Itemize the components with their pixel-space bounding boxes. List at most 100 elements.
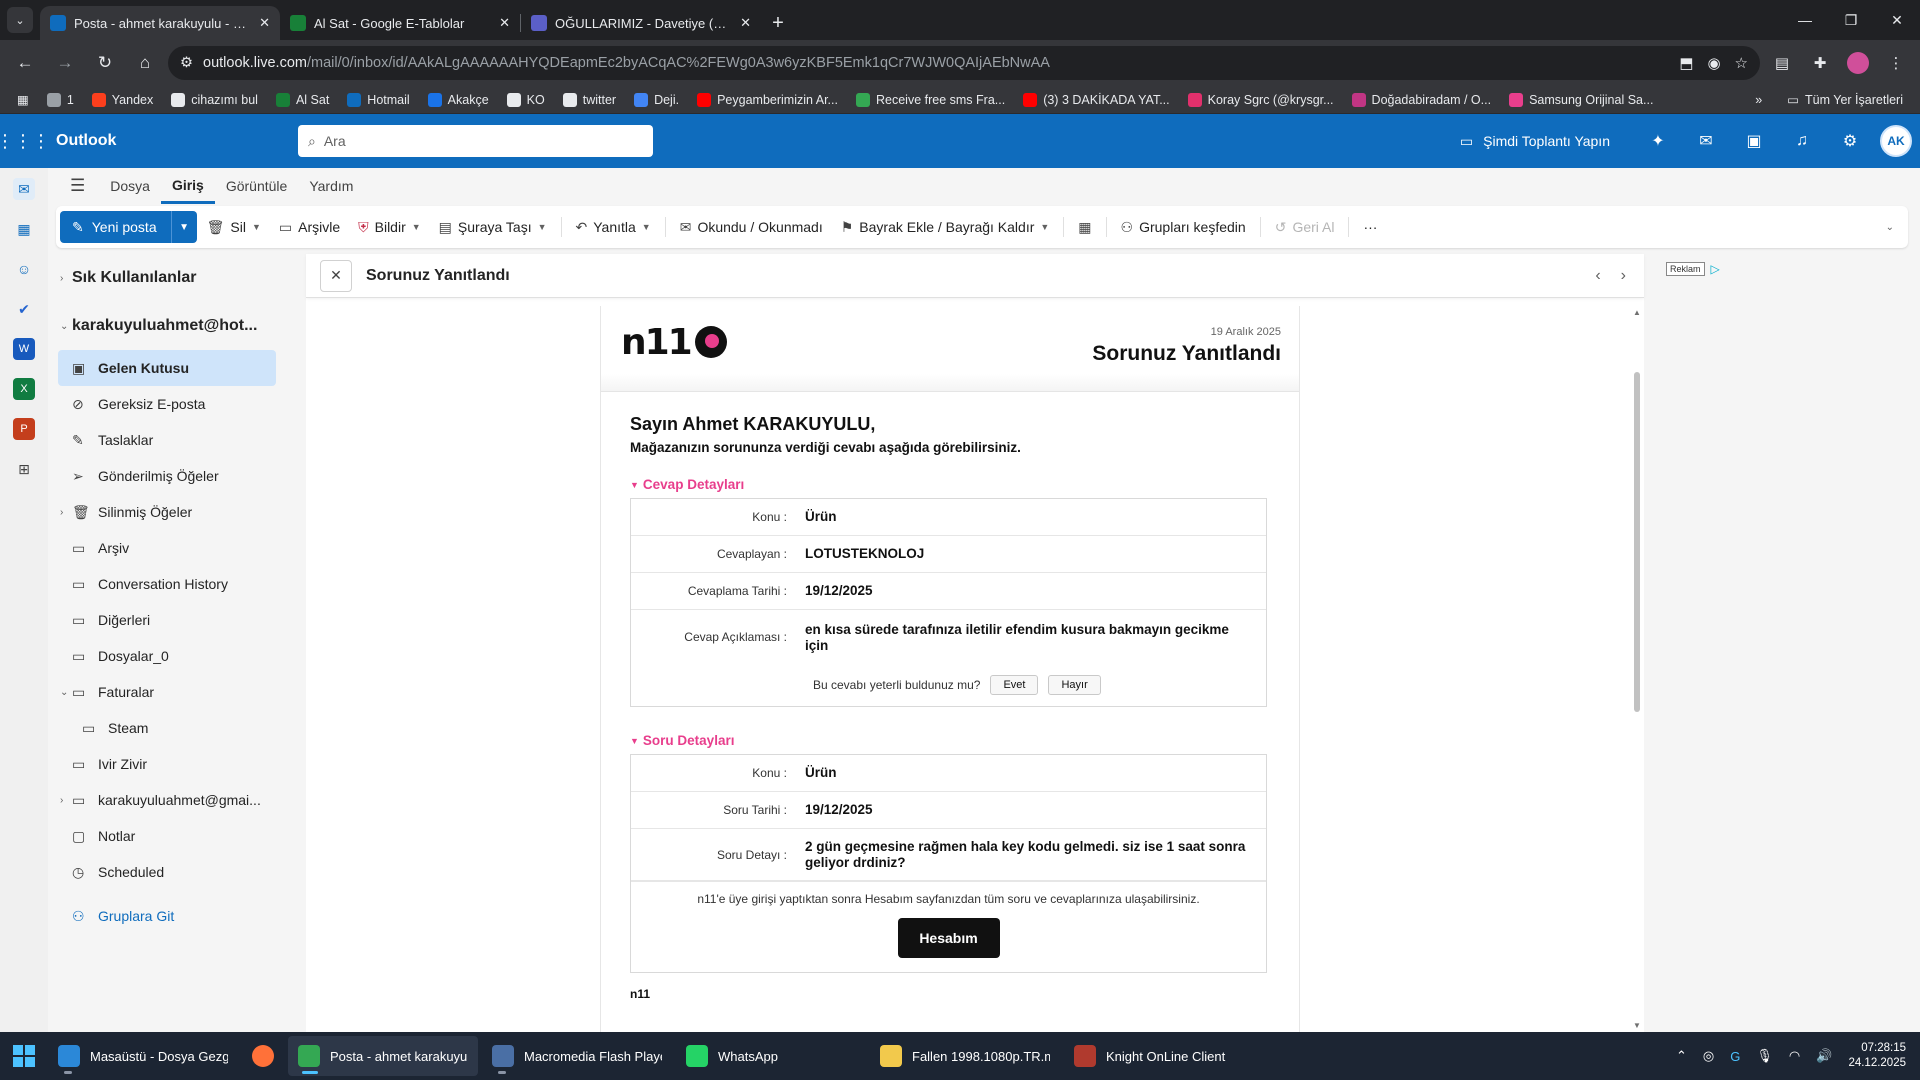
people-icon[interactable]: ☺: [13, 258, 35, 280]
tray-overflow-icon[interactable]: ⌃: [1676, 1048, 1687, 1064]
folder-item[interactable]: › ▭ karakuyuluahmet@gmai...: [48, 782, 288, 818]
folder-item[interactable]: › 🗑 Silinmiş Öğeler: [48, 494, 288, 530]
wifi-icon[interactable]: ◠: [1789, 1048, 1800, 1064]
bookmark-item[interactable]: Deji.: [627, 88, 686, 112]
mail-icon[interactable]: ✉: [13, 178, 35, 200]
reading-list-icon[interactable]: ▤: [1766, 47, 1798, 79]
folder-item[interactable]: ◷ Scheduled: [48, 854, 288, 890]
chevron-down-icon[interactable]: ▼: [252, 222, 261, 232]
start-button[interactable]: [0, 1032, 48, 1080]
site-info-icon[interactable]: ⚙: [180, 55, 193, 71]
bookmark-item[interactable]: cihazımı bul: [164, 88, 265, 112]
profile-avatar[interactable]: [1842, 47, 1874, 79]
discover-groups-button[interactable]: ⚇ Grupları keşfedin: [1113, 211, 1254, 243]
folder-item[interactable]: ▢ Notlar: [48, 818, 288, 854]
folder-item[interactable]: ⌄ ▭ Faturalar: [48, 674, 288, 710]
adchoices-icon[interactable]: ▷: [1711, 262, 1720, 276]
avatar[interactable]: AK: [1880, 125, 1912, 157]
tab-search-button[interactable]: ⌄: [0, 0, 40, 40]
back-button[interactable]: ←: [8, 46, 42, 80]
meet-now-button[interactable]: ▭ Şimdi Toplantı Yapın: [1460, 133, 1634, 150]
ribbon-expand-icon[interactable]: ⌄: [1886, 222, 1904, 233]
folder-item[interactable]: ▭ Diğerleri: [48, 602, 288, 638]
folder-item[interactable]: ▭ Ivir Zivir: [48, 746, 288, 782]
message-body-scroll[interactable]: n11 19 Aralık 2025 Sorunuz Yanıtlandı Sa…: [306, 306, 1644, 1032]
folder-item[interactable]: ⊘ Gereksiz E-posta: [48, 386, 288, 422]
scrollbar[interactable]: ▲ ▼: [1630, 306, 1644, 1032]
restore-icon[interactable]: ❐: [1828, 0, 1874, 40]
chevron-icon[interactable]: ›: [48, 795, 72, 806]
browser-tab-outlook[interactable]: Posta - ahmet karakuyulu - Outlook ✕: [40, 6, 280, 40]
volume-icon[interactable]: 🔊: [1816, 1048, 1832, 1064]
teams-icon[interactable]: ✦: [1634, 114, 1682, 168]
bookmark-item[interactable]: Al Sat: [269, 88, 336, 112]
new-mail-dropdown[interactable]: ▼: [170, 211, 197, 243]
tracking-eye-icon[interactable]: ◉: [1707, 54, 1720, 72]
bookmark-item[interactable]: Koray Sgrc (@krysgr...: [1181, 88, 1341, 112]
chevron-down-icon[interactable]: ▼: [1040, 222, 1049, 232]
bookmark-item[interactable]: KO: [500, 88, 552, 112]
my-day-icon[interactable]: ▣: [1730, 114, 1778, 168]
feedback-yes-button[interactable]: Evet: [990, 675, 1039, 695]
more-apps-icon[interactable]: ⊞: [13, 458, 35, 480]
bookmark-item[interactable]: Yandex: [85, 88, 160, 112]
folder-item[interactable]: ➢ Gönderilmiş Öğeler: [48, 458, 288, 494]
chevron-down-icon[interactable]: ▼: [642, 222, 651, 232]
taskbar-item[interactable]: Knight OnLine Client: [1064, 1036, 1254, 1076]
report-button[interactable]: ⛨ Bildir ▼: [350, 211, 429, 243]
close-icon[interactable]: ✕: [259, 15, 270, 31]
word-icon[interactable]: W: [13, 338, 35, 360]
taskbar-item[interactable]: Masaüstü - Dosya Gezg: [48, 1036, 238, 1076]
bookmark-item[interactable]: Peygamberimizin Ar...: [690, 88, 845, 112]
browser-tab-sheets[interactable]: Al Sat - Google E-Tablolar ✕: [280, 6, 520, 40]
outlook-brand[interactable]: Outlook: [46, 132, 298, 150]
bookmark-item[interactable]: 1: [40, 88, 81, 112]
tab-file[interactable]: Dosya: [99, 168, 161, 204]
bookmark-item[interactable]: Doğadabiradam / O...: [1345, 88, 1499, 112]
more-options-button[interactable]: ···: [1355, 211, 1385, 243]
powerpoint-icon[interactable]: P: [13, 418, 35, 440]
new-mail-button[interactable]: ✎ Yeni posta ▼: [60, 211, 197, 243]
move-to-button[interactable]: ▤ Şuraya Taşı ▼: [431, 211, 555, 243]
tab-view[interactable]: Görüntüle: [215, 168, 298, 204]
apps-icon[interactable]: ▦: [10, 88, 36, 112]
taskbar-item[interactable]: Posta - ahmet karakuyu: [288, 1036, 478, 1076]
close-icon[interactable]: ✕: [740, 15, 751, 31]
bookmark-item[interactable]: (3) 3 DAKİKADA YAT...: [1016, 88, 1176, 112]
account-section[interactable]: ⌄ karakuyuluahmet@hot...: [48, 302, 288, 350]
bookmark-item[interactable]: Receive free sms Fra...: [849, 88, 1012, 112]
new-mail-main[interactable]: ✎ Yeni posta: [60, 211, 171, 243]
my-account-button[interactable]: Hesabım: [897, 918, 1000, 958]
close-message-button[interactable]: ✕: [320, 259, 352, 292]
folder-item[interactable]: ▭ Arşiv: [48, 530, 288, 566]
bookmarks-overflow-icon[interactable]: »: [1755, 93, 1762, 107]
new-tab-button[interactable]: +: [761, 6, 795, 40]
scrollbar-thumb[interactable]: [1634, 372, 1640, 712]
clock[interactable]: 07:28:15 24.12.2025: [1848, 1041, 1906, 1071]
home-button[interactable]: ⌂: [128, 46, 162, 80]
flag-button[interactable]: ⚑ Bayrak Ekle / Bayrağı Kaldır ▼: [833, 211, 1058, 243]
microphone-icon[interactable]: 🎙: [1756, 1048, 1773, 1064]
chevron-icon[interactable]: ›: [48, 507, 72, 518]
hamburger-menu-icon[interactable]: ☰: [48, 176, 99, 196]
bookmark-item[interactable]: twitter: [556, 88, 623, 112]
scroll-down-icon[interactable]: ▼: [1633, 1021, 1641, 1030]
bookmark-item[interactable]: Hotmail: [340, 88, 416, 112]
reply-button[interactable]: ↶ Yanıtla ▼: [568, 211, 659, 243]
archive-button[interactable]: ▭ Arşivle: [271, 211, 348, 243]
tab-help[interactable]: Yardım: [298, 168, 364, 204]
taskbar-item[interactable]: Fallen 1998.1080p.TR.mp: [870, 1036, 1060, 1076]
read-unread-button[interactable]: ✉ Okundu / Okunmadı: [672, 211, 831, 243]
chevron-down-icon[interactable]: ▼: [538, 222, 547, 232]
taskbar-item[interactable]: [242, 1036, 284, 1076]
gear-icon[interactable]: ⚙: [1826, 114, 1874, 168]
all-bookmarks-button[interactable]: ▭ Tüm Yer İşaretleri: [1780, 88, 1910, 112]
previous-message-icon[interactable]: ‹: [1595, 267, 1600, 285]
reload-button[interactable]: ↻: [88, 46, 122, 80]
minimize-icon[interactable]: —: [1782, 0, 1828, 40]
extensions-icon[interactable]: ✚: [1804, 47, 1836, 79]
outlook-app-icon[interactable]: ✉: [1682, 114, 1730, 168]
next-message-icon[interactable]: ›: [1621, 267, 1626, 285]
delete-button[interactable]: 🗑 Sil ▼: [199, 211, 269, 243]
steam-icon[interactable]: ◎: [1703, 1048, 1714, 1064]
